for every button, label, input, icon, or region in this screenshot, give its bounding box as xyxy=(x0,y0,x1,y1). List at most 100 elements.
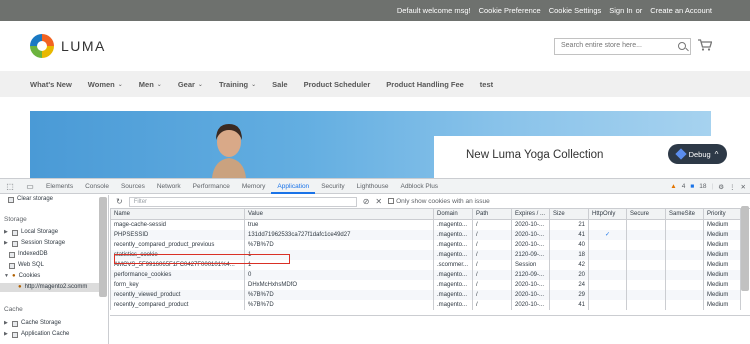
table-cell: / xyxy=(472,299,512,310)
store-logo[interactable]: LUMA xyxy=(30,34,106,58)
checkbox-icon[interactable] xyxy=(388,198,395,205)
nav-item-gear[interactable]: Gear ⌄ xyxy=(178,80,203,89)
table-scrollbar[interactable] xyxy=(741,206,749,291)
nav-item-label: Training xyxy=(218,79,249,89)
column-header-secure[interactable]: Secure xyxy=(626,208,666,220)
tab-security[interactable]: Security xyxy=(315,179,350,194)
table-cell: 2020-10-... xyxy=(511,239,550,250)
nav-item-test[interactable]: test xyxy=(480,80,493,89)
nav-item-product-handling-fee[interactable]: Product Handling Fee xyxy=(386,80,464,89)
tab-performance[interactable]: Performance xyxy=(187,179,236,194)
hero-banner[interactable]: New Luma Yoga Collection xyxy=(30,111,711,178)
expand-arrow-icon[interactable]: ▶ xyxy=(4,330,9,339)
nav-item-sale[interactable]: Sale xyxy=(272,80,287,89)
table-row[interactable]: AMCVS_5F9916065F1FC0427F000101%4... 1 .sco… xyxy=(110,259,741,270)
column-header-priority[interactable]: Priority xyxy=(703,208,741,220)
clear-all-icon[interactable]: ⊘ xyxy=(363,197,370,206)
debug-button[interactable]: Debug ^ xyxy=(668,144,727,164)
table-cell: / xyxy=(472,229,512,240)
table-row[interactable]: recently_viewed_product %7B%7D .magento...… xyxy=(110,289,741,300)
table-cell xyxy=(626,219,666,230)
tab-sources[interactable]: Sources xyxy=(115,179,151,194)
tab-network[interactable]: Network xyxy=(151,179,187,194)
column-header-samesite[interactable]: SameSite xyxy=(665,208,704,220)
table-row[interactable]: form_key DHxMcHxhsMDfO .magento.../2020-10… xyxy=(110,279,741,290)
column-header-expires[interactable]: Expires / ... xyxy=(511,208,550,220)
tab-lighthouse[interactable]: Lighthouse xyxy=(351,179,395,194)
nav-item-what-s-new[interactable]: What's New xyxy=(30,80,72,89)
table-cell: Medium xyxy=(703,279,741,290)
table-cell: 41 xyxy=(549,299,589,310)
column-header-httponly[interactable]: HttpOnly xyxy=(588,208,627,220)
table-cell xyxy=(665,229,704,240)
refresh-icon[interactable]: ↻ xyxy=(116,197,123,206)
table-cell xyxy=(588,299,627,310)
settings-gear-icon[interactable]: ⚙ xyxy=(718,183,724,191)
tab-application[interactable]: Application xyxy=(271,179,316,194)
inspect-element-icon[interactable]: ⬚ xyxy=(0,182,20,191)
tab-adblock-plus[interactable]: Adblock Plus xyxy=(394,179,444,194)
table-row[interactable]: statistics_cookie 1 .magento.../2120-09-..… xyxy=(110,249,741,260)
expand-arrow-icon[interactable]: ▶ xyxy=(4,319,9,328)
warning-icon[interactable]: ▲ xyxy=(670,183,676,190)
delete-selected-icon[interactable]: ✕ xyxy=(375,197,382,206)
column-header-domain[interactable]: Domain xyxy=(433,208,473,220)
table-cell: .scommer... xyxy=(433,259,473,270)
column-header-value[interactable]: Value xyxy=(244,208,434,220)
search-icon[interactable] xyxy=(678,42,686,50)
issue-filter-checkbox[interactable]: Only show cookies with an issue xyxy=(388,198,490,205)
nav-item-women[interactable]: Women ⌄ xyxy=(88,80,123,89)
sidebar-item-cookies[interactable]: ▼ ● Cookies xyxy=(4,272,40,281)
search-input[interactable]: Search entire store here... xyxy=(554,38,691,55)
cookie-origin-label: http://magento2.scomm xyxy=(24,284,88,290)
table-row[interactable]: performance_cookies 0 .magento.../2120-09-… xyxy=(110,269,741,280)
expand-arrow-icon[interactable]: ▶ xyxy=(4,239,9,248)
sidebar-item-cookie-origin[interactable]: ● http://magento2.scomm xyxy=(0,283,99,292)
nav-item-product-scheduler[interactable]: Product Scheduler xyxy=(304,80,371,89)
sidebar-item-session-storage[interactable]: ▶ Session Storage xyxy=(4,239,65,248)
sidebar-item-local-storage[interactable]: ▶ Local Storage xyxy=(4,228,58,237)
clear-storage-item[interactable]: Clear storage xyxy=(8,195,53,204)
more-options-icon[interactable]: ⋮ xyxy=(729,183,736,191)
device-toolbar-icon[interactable]: ▭ xyxy=(20,182,40,191)
sign-in-link[interactable]: Sign In xyxy=(609,6,632,15)
sidebar-item-web-sql[interactable]: Web SQL xyxy=(9,261,44,270)
message-count: 18 xyxy=(699,183,707,190)
shopping-cart-icon[interactable] xyxy=(698,39,712,51)
table-cell: 24 xyxy=(549,279,589,290)
tab-elements[interactable]: Elements xyxy=(40,179,79,194)
table-cell: 18 xyxy=(549,249,589,260)
table-cell: AMCVS_5F9916065F1FC0427F000101%4... xyxy=(110,259,245,270)
column-header-path[interactable]: Path xyxy=(472,208,512,220)
cookie-preference-link[interactable]: Cookie Preference xyxy=(479,6,541,15)
nav-item-men[interactable]: Men ⌄ xyxy=(139,80,162,89)
nav-item-label: Women xyxy=(87,79,115,89)
cookie-settings-link[interactable]: Cookie Settings xyxy=(549,6,602,15)
nav-item-label: What's New xyxy=(30,79,72,89)
nav-item-training[interactable]: Training ⌄ xyxy=(219,80,256,89)
session-storage-label: Session Storage xyxy=(21,240,66,246)
expand-arrow-icon[interactable]: ▶ xyxy=(4,228,9,237)
sidebar-item-indexeddb[interactable]: IndexedDB xyxy=(9,250,48,259)
sidebar-item-application-cache[interactable]: ▶ Application Cache xyxy=(4,330,69,339)
luma-logo-icon xyxy=(30,34,54,58)
table-cell xyxy=(626,289,666,300)
promo-title: New Luma Yoga Collection xyxy=(466,149,604,161)
cookie-filter-input[interactable]: Filter xyxy=(128,196,357,207)
sidebar-item-cache-storage[interactable]: ▶ Cache Storage xyxy=(4,319,61,328)
close-devtools-icon[interactable]: ✕ xyxy=(741,183,746,191)
table-cell xyxy=(588,219,627,230)
tab-memory[interactable]: Memory xyxy=(236,179,271,194)
column-header-name[interactable]: Name xyxy=(110,208,245,220)
create-account-link[interactable]: Create an Account xyxy=(650,6,712,15)
sidebar-scrollbar[interactable] xyxy=(99,197,107,297)
table-row[interactable]: mage-cache-sessid true .magento.../2020-10… xyxy=(110,219,741,230)
table-row[interactable]: PHPSESSID 131dd71962533ca727f1dafc1ce49d2… xyxy=(110,229,741,240)
table-row[interactable]: recently_compared_product %7B%7D .magento.… xyxy=(110,299,741,310)
message-icon[interactable]: ■ xyxy=(690,183,694,190)
column-header-size[interactable]: Size xyxy=(549,208,589,220)
tab-console[interactable]: Console xyxy=(79,179,115,194)
chevron-down-icon: ⌄ xyxy=(251,81,257,88)
collapse-arrow-icon[interactable]: ▼ xyxy=(4,272,9,281)
table-row[interactable]: recently_compared_product_previous %7B%7D… xyxy=(110,239,741,250)
